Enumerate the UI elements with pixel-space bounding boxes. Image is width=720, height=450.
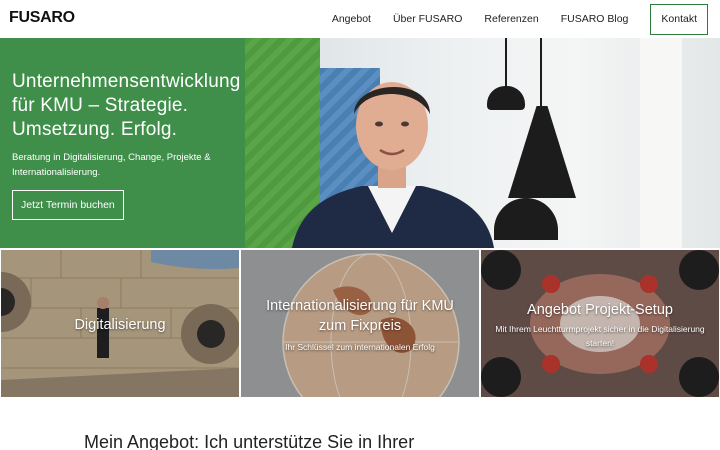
hero-subtitle: Beratung in Digitalisierung, Change, Pro…	[12, 152, 211, 178]
tile-subtitle: Ihr Schlüssel zum internationalen Erfolg	[285, 342, 435, 352]
pendant-lamp-icon	[540, 38, 542, 108]
site-header: FUSARO Angebot Über FUSARO Referenzen FU…	[0, 0, 720, 38]
pendant-lamp-icon	[505, 38, 507, 88]
hero-photo-column	[640, 38, 682, 248]
hero-section: Unternehmensentwicklung für KMU – Strate…	[0, 38, 720, 248]
nav-item-angebot[interactable]: Angebot	[332, 13, 371, 25]
contact-button[interactable]: Kontakt	[650, 3, 708, 35]
section-heading: Mein Angebot: Ich unterstütze Sie in Ihr…	[84, 432, 415, 450]
main-nav: Angebot Über FUSARO Referenzen FUSARO Bl…	[332, 0, 720, 38]
nav-item-blog[interactable]: FUSARO Blog	[561, 13, 629, 25]
hero-person-illustration	[292, 82, 494, 248]
hero-title-line: Unternehmensentwicklung	[12, 71, 241, 92]
service-tiles: Digitalisierung Internationalisierung fü…	[0, 248, 720, 398]
tile-title: Digitalisierung	[74, 317, 166, 333]
tile-projekt-setup[interactable]: Angebot Projekt-Setup Mit Ihrem Leuchttu…	[481, 250, 719, 397]
tile-title: Angebot Projekt-Setup	[527, 302, 673, 318]
logo[interactable]: FUSARO	[9, 9, 75, 27]
tile-internationalisierung[interactable]: Internationalisierung für KMU zum Fixpre…	[241, 250, 479, 397]
nav-item-ueber-fusaro[interactable]: Über FUSARO	[393, 13, 462, 25]
tile-digitalisierung[interactable]: Digitalisierung	[1, 250, 239, 397]
hero-title-line: für KMU – Strategie.	[12, 95, 189, 116]
tile-title: Internationalisierung für KMU zum Fixpre…	[266, 298, 454, 334]
hero-title-line: Umsetzung. Erfolg.	[12, 119, 178, 140]
tile-subtitle: Mit Ihrem Leuchtturmprojekt sicher in di…	[495, 324, 705, 348]
nav-item-referenzen[interactable]: Referenzen	[484, 13, 538, 25]
hero-text: Unternehmensentwicklung für KMU – Strate…	[12, 70, 242, 180]
hero-title: Unternehmensentwicklung für KMU – Strate…	[12, 70, 242, 142]
book-appointment-button[interactable]: Jetzt Termin buchen	[12, 190, 124, 220]
